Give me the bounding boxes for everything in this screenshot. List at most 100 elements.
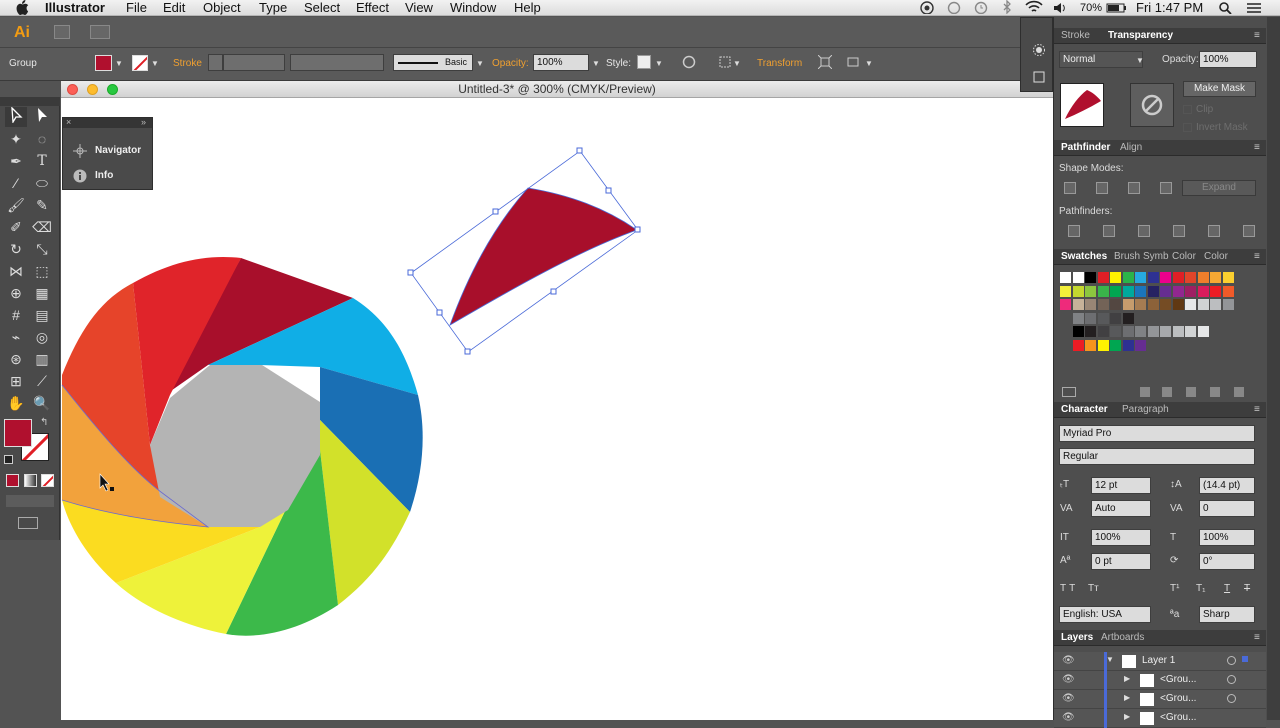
color-swatch[interactable] <box>1185 285 1196 297</box>
color-swatch[interactable] <box>1097 272 1109 283</box>
visibility-eye-icon[interactable]: 👁 <box>1062 655 1075 666</box>
free-transform-tool-icon[interactable]: ⬚ <box>31 261 53 281</box>
layer-row[interactable]: 👁 ▼ Layer 1 <box>1054 652 1266 671</box>
fill-indicator[interactable] <box>4 419 32 447</box>
mesh-tool-icon[interactable]: # <box>5 305 27 325</box>
color-swatch[interactable] <box>1197 299 1209 310</box>
color-swatch[interactable] <box>1072 312 1084 324</box>
default-colors-icon[interactable] <box>4 455 13 464</box>
horizontal-scale-field[interactable]: 100% <box>1199 529 1255 546</box>
color-swatch[interactable] <box>1085 285 1096 297</box>
recolor-artwork-icon[interactable] <box>682 55 696 74</box>
color-swatch[interactable] <box>1197 285 1209 297</box>
color-swatch[interactable] <box>1097 299 1109 310</box>
blend-mode-dropdown-icon[interactable]: ▼ <box>1136 56 1144 65</box>
color-swatch[interactable] <box>1110 312 1121 324</box>
tracking-field[interactable]: 0 <box>1199 500 1255 517</box>
notification-center-icon[interactable] <box>1245 0 1263 18</box>
align-options-icon[interactable] <box>718 55 732 74</box>
color-swatch[interactable] <box>1185 326 1196 337</box>
color-swatch[interactable] <box>1085 272 1096 283</box>
tab-brushes[interactable]: Brush <box>1114 249 1140 265</box>
merge-icon[interactable] <box>1138 225 1150 237</box>
tab-symbols[interactable]: Symb <box>1143 249 1169 265</box>
character-rotation-field[interactable]: 0° <box>1199 553 1255 570</box>
language-field[interactable]: English: USA <box>1059 606 1151 623</box>
character-menu-icon[interactable]: ≡ <box>1254 404 1260 415</box>
brightness-panel-icon[interactable] <box>1033 43 1045 61</box>
menu-object[interactable]: Object <box>203 0 241 16</box>
control-menu-icon[interactable]: ▼ <box>865 59 873 68</box>
vertical-scale-field[interactable]: 100% <box>1091 529 1151 546</box>
color-swatch[interactable] <box>1185 299 1196 310</box>
opacity-dropdown-icon[interactable]: ▼ <box>592 59 600 68</box>
swatches-menu-icon[interactable]: ≡ <box>1254 251 1260 262</box>
paintbrush-tool-icon[interactable]: 🖌 <box>5 195 27 215</box>
color-swatch[interactable] <box>1160 285 1171 297</box>
color-swatch[interactable] <box>1122 299 1134 310</box>
new-swatch-icon[interactable] <box>1210 387 1220 397</box>
color-swatch[interactable] <box>1147 285 1159 297</box>
pen-tool-icon[interactable]: ✒ <box>5 151 27 171</box>
font-style-field[interactable]: Regular <box>1059 448 1255 465</box>
gradient-mode-icon[interactable] <box>24 474 37 487</box>
trim-icon[interactable] <box>1103 225 1115 237</box>
unite-icon[interactable] <box>1064 182 1076 194</box>
color-swatch[interactable] <box>1110 299 1121 310</box>
width-tool-icon[interactable]: ⋈ <box>5 261 27 281</box>
stroke-weight-stepper[interactable] <box>208 54 223 71</box>
new-color-group-icon[interactable] <box>1186 387 1196 397</box>
tab-color[interactable]: Color <box>1172 249 1196 265</box>
selection-tool-icon[interactable] <box>5 106 27 127</box>
close-window-button[interactable] <box>67 84 78 95</box>
ellipse-tool-icon[interactable]: ⬭ <box>31 173 53 193</box>
color-swatch[interactable] <box>1185 272 1196 283</box>
subscript-icon[interactable]: T₁ <box>1196 583 1205 594</box>
color-swatch[interactable] <box>1097 312 1109 324</box>
tab-transparency[interactable]: Transparency <box>1108 28 1173 44</box>
visibility-eye-icon[interactable]: 👁 <box>1062 693 1075 704</box>
expand-triangle-icon[interactable]: ▼ <box>1106 655 1114 664</box>
fill-color-swatch[interactable] <box>95 55 112 71</box>
swap-fill-stroke-icon[interactable]: ↰ <box>40 417 48 428</box>
color-swatch[interactable] <box>1110 339 1121 351</box>
swatch-grid[interactable] <box>1060 272 1250 352</box>
slice-tool-icon[interactable]: ⟋ <box>31 371 53 391</box>
gradient-tool-icon[interactable]: ▤ <box>31 305 53 325</box>
menu-type[interactable]: Type <box>259 0 287 16</box>
color-swatch[interactable] <box>1160 299 1171 310</box>
symbol-sprayer-tool-icon[interactable]: ⊛ <box>5 349 27 369</box>
column-graph-tool-icon[interactable]: ▥ <box>31 349 53 369</box>
superscript-icon[interactable]: T¹ <box>1170 583 1179 594</box>
record-icon[interactable] <box>920 0 934 18</box>
blend-mode-select[interactable]: Normal <box>1059 51 1143 68</box>
clip-checkbox[interactable] <box>1183 105 1192 114</box>
color-swatch[interactable] <box>1097 339 1109 351</box>
layer-name[interactable]: <Grou... <box>1160 712 1196 723</box>
align-dropdown-icon[interactable]: ▼ <box>733 59 741 68</box>
expand-button[interactable]: Expand <box>1182 180 1256 196</box>
graphic-style-swatch[interactable] <box>637 55 651 69</box>
color-swatch[interactable] <box>1085 326 1096 337</box>
pencil-tool-icon[interactable]: ✎ <box>31 195 53 215</box>
color-swatch[interactable] <box>1172 299 1184 310</box>
magic-wand-tool-icon[interactable]: ✦ <box>5 129 27 149</box>
color-swatch[interactable] <box>1222 285 1234 297</box>
make-mask-button[interactable]: Make Mask <box>1183 81 1256 97</box>
menu-select[interactable]: Select <box>304 0 340 16</box>
visibility-eye-icon[interactable]: 👁 <box>1062 674 1075 685</box>
layer-row[interactable]: 👁 ▶ <Grou... <box>1054 690 1266 709</box>
color-swatch[interactable] <box>1135 285 1146 297</box>
color-swatch[interactable] <box>1122 339 1134 351</box>
color-swatch[interactable] <box>1222 299 1234 310</box>
stroke-dropdown-icon[interactable]: ▼ <box>151 59 159 68</box>
color-swatch[interactable] <box>1085 299 1096 310</box>
isolate-group-icon[interactable] <box>817 54 833 74</box>
minus-front-icon[interactable] <box>1096 182 1108 194</box>
all-caps-icon[interactable]: TT <box>1060 583 1078 594</box>
object-thumbnail[interactable] <box>1060 83 1104 127</box>
color-swatch[interactable] <box>1110 272 1121 283</box>
navigator-icon[interactable] <box>73 144 87 163</box>
clock[interactable]: Fri 1:47 PM <box>1136 0 1203 16</box>
artboard-tool-icon[interactable]: ⊞ <box>5 371 27 391</box>
